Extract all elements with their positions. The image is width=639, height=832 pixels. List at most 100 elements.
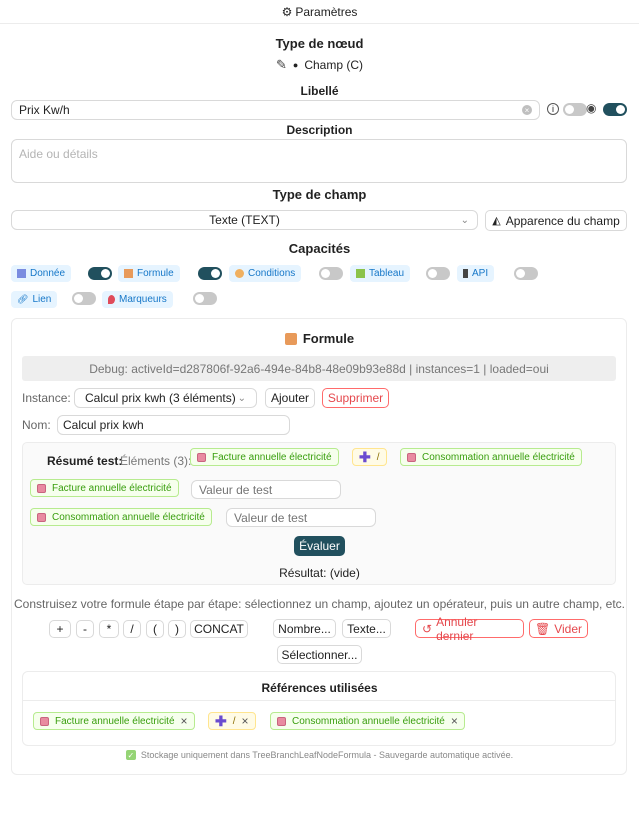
select-field-button[interactable]: Sélectionner... — [277, 645, 362, 664]
label-input-value: Prix Kw/h — [19, 103, 70, 117]
text-button[interactable]: Texte... — [342, 619, 391, 638]
test-value-input-1[interactable] — [191, 480, 341, 499]
references-divider — [22, 700, 616, 701]
storage-note: Stockage uniquement dans TreeBranchLeafN… — [140, 750, 514, 760]
test-element-chip: Consommation annuelle électricité — [400, 448, 582, 466]
capability-lien: 🔗︎ Lien — [11, 291, 58, 308]
info-icon[interactable]: i — [547, 103, 559, 115]
evaluate-button[interactable]: Évaluer — [294, 536, 345, 556]
capability-donnee: Donnée — [11, 265, 72, 282]
label-input[interactable]: Prix Kw/h × — [11, 100, 540, 120]
label-heading: Libellé — [300, 84, 339, 98]
instance-value: Calcul prix kwh (3 éléments) — [85, 391, 236, 405]
toggle-donnee[interactable] — [88, 267, 112, 280]
field-type-heading: Type de champ — [272, 187, 367, 202]
field-icon — [37, 512, 46, 522]
field-icon — [277, 716, 286, 726]
name-input-value: Calcul prix kwh — [63, 418, 144, 432]
trash-icon: 🗑︎ — [534, 621, 551, 636]
debug-bar: Debug: activeId=d287806f-92a6-494e-84b8-… — [22, 356, 616, 381]
toggle-conditions[interactable] — [319, 267, 343, 280]
capability-marqueurs: Marqueurs — [102, 291, 173, 308]
appearance-button-label: Apparence du champ — [505, 213, 620, 228]
test-summary-label: Résumé test: — [47, 454, 123, 468]
visibility-toggle-on[interactable] — [603, 103, 627, 116]
conditions-icon — [235, 269, 244, 278]
formula-icon — [124, 269, 133, 278]
operator-close-paren-button[interactable]: ) — [168, 620, 186, 638]
panel-title: Paramètres — [295, 4, 358, 19]
plus-icon: ✚ — [215, 712, 227, 729]
test-input-label: Consommation annuelle électricité — [30, 508, 212, 526]
toggle-marqueurs[interactable] — [193, 292, 217, 305]
plus-icon: ✚ — [359, 448, 371, 465]
description-textarea[interactable]: Aide ou détails — [11, 139, 627, 183]
remove-icon[interactable]: × — [181, 714, 188, 728]
test-result: Résultat: (vide) — [279, 566, 360, 580]
field-icon — [197, 452, 206, 462]
capability-api: API — [457, 265, 495, 282]
field-type-value: Texte (TEXT) — [209, 213, 280, 227]
references-heading: Références utilisées — [261, 681, 378, 695]
chevron-down-icon: ⌄ — [460, 214, 469, 226]
formula-icon — [284, 332, 297, 345]
appearance-button[interactable]: ◭ Apparence du champ — [485, 210, 627, 231]
edit-icon[interactable]: ✎ — [276, 57, 287, 73]
undo-button[interactable]: ↺ Annuler dernier — [415, 615, 524, 643]
table-icon — [356, 269, 365, 278]
formula-title: Formule — [302, 331, 355, 346]
toggle-formule[interactable] — [198, 267, 222, 280]
remove-icon[interactable]: × — [242, 714, 249, 728]
clear-icon[interactable]: × — [522, 105, 532, 115]
toggle-tableau[interactable] — [426, 267, 450, 280]
undo-icon: ↺ — [422, 621, 433, 636]
test-elements-label: Éléments (3): — [120, 454, 192, 468]
gear-icon: ⚙ — [281, 4, 293, 19]
capability-formule: Formule — [118, 265, 180, 282]
operator-concat-button[interactable]: CONCAT — [190, 620, 248, 638]
reference-chip: Consommation annuelle électricité × — [270, 712, 465, 730]
reference-operator-chip: ✚ / × — [208, 712, 256, 730]
capability-tableau: Tableau — [350, 265, 411, 282]
description-heading: Description — [286, 123, 353, 137]
operator-open-paren-button[interactable]: ( — [146, 620, 164, 638]
toggle-lien[interactable] — [72, 292, 96, 305]
bullet-icon: ● — [292, 60, 299, 70]
add-instance-button[interactable]: Ajouter — [265, 388, 315, 408]
node-type-value: Champ (C) — [304, 58, 364, 72]
check-icon: ✓ — [125, 750, 136, 760]
link-icon: 🔗︎ — [17, 294, 29, 304]
node-type-heading: Type de nœud — [275, 36, 364, 51]
test-operator-chip: ✚ / — [352, 448, 387, 466]
api-icon — [463, 269, 468, 278]
test-value-input-2[interactable] — [226, 508, 376, 527]
instance-label: Instance: — [22, 391, 71, 405]
instance-select[interactable]: Calcul prix kwh (3 éléments) ⌄ — [74, 388, 257, 408]
clear-button[interactable]: 🗑︎ Vider — [529, 619, 588, 638]
description-placeholder: Aide ou détails — [19, 147, 98, 161]
paint-bucket-icon: ◭ — [492, 215, 501, 227]
operator-divide-button[interactable]: / — [123, 620, 141, 638]
marker-icon — [108, 295, 115, 304]
field-icon — [407, 452, 416, 462]
name-input[interactable]: Calcul prix kwh — [57, 415, 290, 435]
operator-plus-button[interactable]: + — [49, 620, 71, 638]
visibility-toggle-off[interactable] — [563, 103, 587, 116]
field-icon — [40, 716, 49, 726]
capabilities-heading: Capacités — [288, 241, 351, 256]
test-input-label: Facture annuelle électricité — [30, 479, 179, 497]
formula-help-text: Construisez votre formule étape par étap… — [13, 597, 626, 611]
operator-multiply-button[interactable]: * — [99, 620, 119, 638]
toggle-api[interactable] — [514, 267, 538, 280]
number-button[interactable]: Nombre... — [273, 619, 336, 638]
operator-minus-button[interactable]: - — [76, 620, 94, 638]
name-label: Nom: — [22, 418, 51, 432]
remove-icon[interactable]: × — [451, 714, 458, 728]
delete-instance-button[interactable]: Supprimer — [322, 388, 389, 408]
chevron-down-icon: ⌄ — [237, 392, 246, 404]
test-element-chip: Facture annuelle électricité — [190, 448, 339, 466]
capability-conditions: Conditions — [229, 265, 302, 282]
field-type-select[interactable]: Texte (TEXT) ⌄ — [11, 210, 478, 230]
eye-icon: ◉ — [586, 101, 597, 115]
data-icon — [17, 269, 26, 278]
